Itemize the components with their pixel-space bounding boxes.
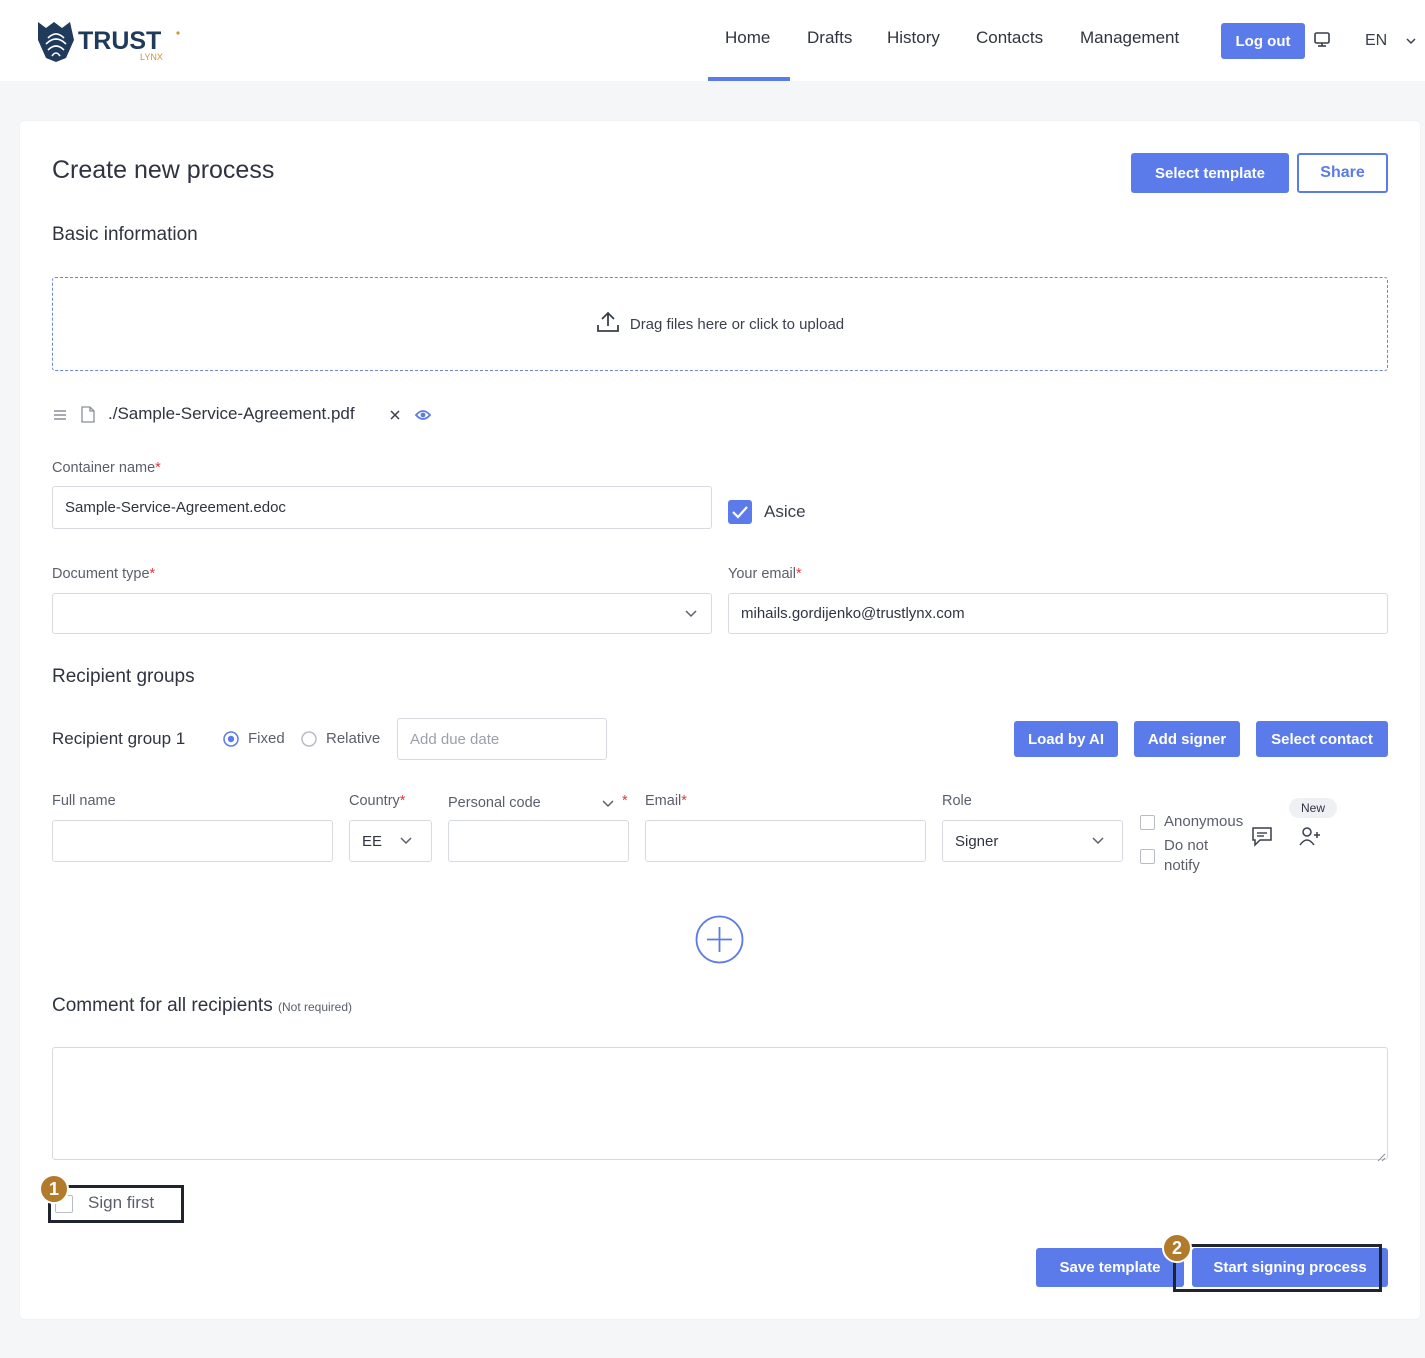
your-email-label: Your email*: [728, 566, 802, 582]
nav-management[interactable]: Management: [1080, 28, 1179, 48]
document-type-select[interactable]: [52, 593, 712, 634]
full-name-label: Full name: [52, 793, 116, 809]
resize-handle-icon[interactable]: [1377, 1149, 1386, 1167]
new-badge: New: [1289, 798, 1337, 818]
due-date-input[interactable]: Add due date: [397, 718, 607, 760]
chevron-down-icon[interactable]: [399, 834, 413, 853]
chevron-down-icon[interactable]: [601, 797, 615, 816]
nav-drafts[interactable]: Drafts: [807, 28, 852, 48]
logo-text: TRUST: [78, 27, 161, 55]
chevron-down-icon[interactable]: [684, 607, 698, 626]
add-user-icon[interactable]: [1299, 825, 1321, 852]
chevron-down-icon[interactable]: [1091, 834, 1105, 853]
load-by-ai-button[interactable]: Load by AI: [1014, 721, 1118, 757]
fixed-radio[interactable]: [223, 731, 239, 752]
share-button[interactable]: Share: [1297, 153, 1388, 193]
sign-first-label: Sign first: [88, 1193, 155, 1212]
do-not-notify-checkbox[interactable]: [1140, 849, 1155, 864]
page-title: Create new process: [52, 156, 275, 184]
signer-email-input[interactable]: [645, 820, 926, 862]
file-upload-dropzone[interactable]: Drag files here or click to upload: [52, 277, 1388, 371]
comment-heading: Comment for all recipients (Not required…: [52, 995, 353, 1016]
fixed-label: Fixed: [248, 730, 285, 747]
recipient-group-label: Recipient group 1: [52, 729, 186, 748]
personal-code-label: Personal code: [448, 795, 541, 811]
comment-not-required-note: (Not required): [277, 1000, 353, 1014]
select-template-button[interactable]: Select template: [1131, 153, 1289, 193]
nav-contacts[interactable]: Contacts: [976, 28, 1043, 48]
eye-icon[interactable]: [414, 408, 432, 427]
nav-history[interactable]: History: [887, 28, 940, 48]
do-not-notify-label-line1: Do not: [1164, 837, 1209, 854]
comment-icon[interactable]: [1251, 825, 1273, 852]
language-select[interactable]: EN: [1365, 32, 1387, 50]
email-label: Email*: [645, 793, 687, 809]
anonymous-checkbox[interactable]: [1140, 815, 1155, 830]
country-label: Country*: [349, 793, 406, 809]
basic-info-heading: Basic information: [52, 224, 198, 245]
upload-icon: [596, 310, 620, 338]
logout-button[interactable]: Log out: [1221, 23, 1305, 59]
asice-checkbox[interactable]: [728, 500, 752, 524]
asice-label: Asice: [764, 502, 806, 521]
step-marker-1: 1: [39, 1174, 69, 1204]
monitor-icon[interactable]: [1313, 31, 1331, 54]
step-marker-2: 2: [1162, 1233, 1192, 1263]
do-not-notify-label-line2: notify: [1164, 857, 1200, 874]
full-name-input[interactable]: [52, 820, 333, 862]
upload-text: Drag files here or click to upload: [629, 315, 845, 333]
logo-subtext: LYNX: [140, 52, 163, 62]
chevron-down-icon[interactable]: [1405, 34, 1417, 52]
personal-code-required-mark: *: [622, 793, 628, 809]
start-signing-highlight: [1173, 1244, 1382, 1292]
active-tab-indicator: [708, 77, 790, 81]
your-email-input[interactable]: mihails.gordijenko@trustlynx.com: [728, 593, 1388, 634]
close-icon[interactable]: [389, 408, 401, 426]
role-label: Role: [942, 793, 972, 809]
country-select[interactable]: EE: [349, 820, 432, 862]
relative-radio[interactable]: [301, 731, 317, 752]
comment-textarea[interactable]: [52, 1047, 1388, 1160]
relative-label: Relative: [326, 730, 381, 747]
add-signer-button[interactable]: Add signer: [1134, 721, 1240, 757]
file-icon: [81, 406, 95, 428]
nav-home[interactable]: Home: [725, 28, 770, 48]
container-name-input[interactable]: Sample-Service-Agreement.edoc: [52, 486, 712, 529]
drag-handle-icon[interactable]: [53, 408, 67, 427]
container-name-label: Container name*: [52, 460, 161, 476]
personal-code-input[interactable]: [448, 820, 629, 862]
add-group-plus-icon[interactable]: [695, 915, 744, 969]
trustlynx-logo[interactable]: TRUST LYNX: [36, 18, 186, 64]
top-bar: TRUST LYNX Home Drafts History Contacts …: [0, 0, 1425, 81]
save-template-button[interactable]: Save template: [1036, 1248, 1184, 1287]
recipient-groups-heading: Recipient groups: [52, 666, 195, 687]
select-contact-button[interactable]: Select contact: [1256, 721, 1388, 757]
document-type-label: Document type*: [52, 566, 156, 582]
file-name: ./Sample-Service-Agreement.pdf: [108, 404, 355, 423]
anonymous-label: Anonymous: [1164, 813, 1244, 830]
